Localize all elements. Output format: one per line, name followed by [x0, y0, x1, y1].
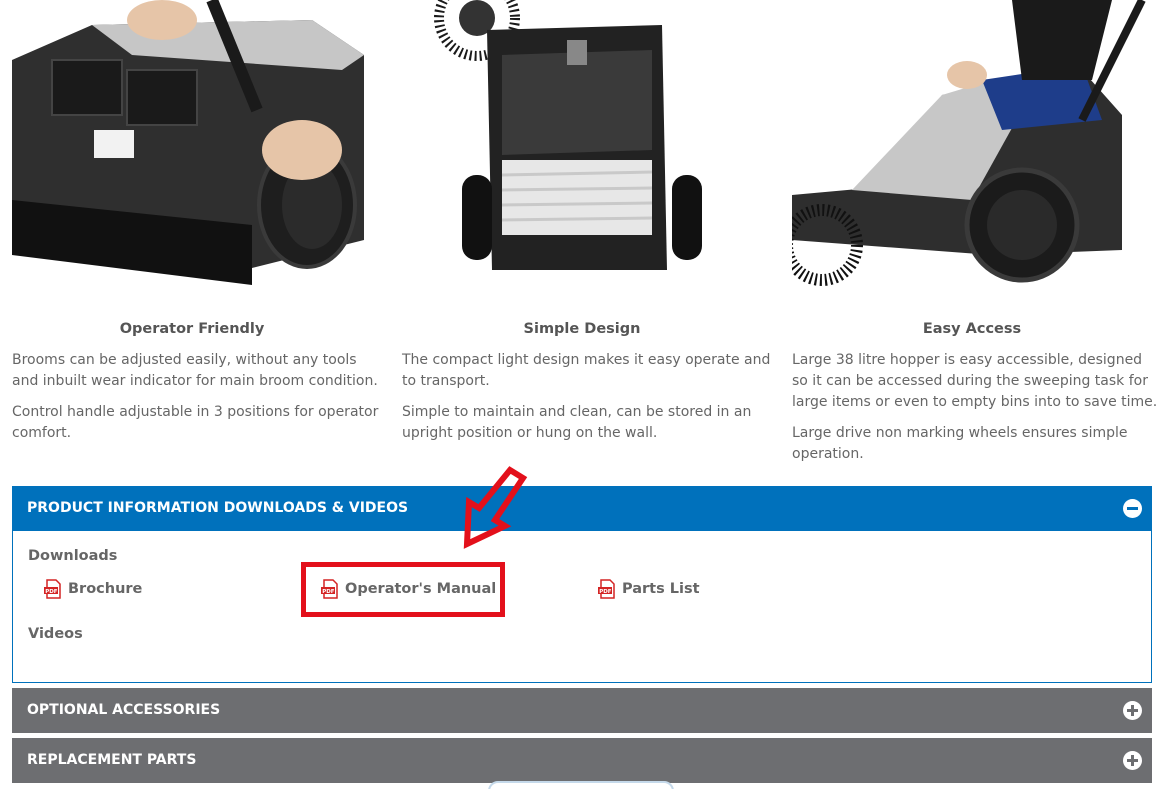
feature-paragraph: Simple to maintain and clean, can be sto…	[402, 404, 752, 441]
feature-description: Brooms can be adjusted easily, without a…	[12, 350, 382, 454]
pdf-icon: PDF	[44, 579, 61, 599]
pdf-icon: PDF	[598, 579, 615, 599]
parts-list-label: Parts List	[622, 581, 700, 597]
downloads-panel-body: Downloads PDF Brochure PDF Operator's Ma…	[12, 531, 1152, 683]
feature-title: Operator Friendly	[119, 321, 265, 337]
panel-title: OPTIONAL ACCESSORIES	[27, 702, 221, 718]
parts-list-link[interactable]: PDF Parts List	[598, 579, 700, 599]
plus-circle-icon[interactable]	[1123, 701, 1142, 720]
replacement-parts-panel-header[interactable]: REPLACEMENT PARTS	[12, 738, 1152, 783]
videos-heading: Videos	[28, 626, 83, 642]
highlight-box	[301, 562, 505, 617]
panel-title: REPLACEMENT PARTS	[27, 752, 197, 768]
feature-paragraph: The compact light design makes it easy o…	[402, 352, 771, 389]
panel-title: PRODUCT INFORMATION DOWNLOADS & VIDEOS	[27, 500, 409, 516]
feature-paragraph: Control handle adjustable in 3 positions…	[12, 404, 379, 441]
downloads-heading: Downloads	[28, 548, 118, 564]
svg-text:PDF: PDF	[599, 589, 612, 595]
feature-title: Easy Access	[922, 321, 1022, 337]
plus-circle-icon[interactable]	[1123, 751, 1142, 770]
downloads-panel-header[interactable]: PRODUCT INFORMATION DOWNLOADS & VIDEOS	[12, 486, 1152, 531]
feature-paragraph: Large drive non marking wheels ensures s…	[792, 425, 1128, 462]
sweeper-side-photo	[12, 0, 382, 300]
brochure-label: Brochure	[68, 581, 143, 597]
feature-paragraph: Large 38 litre hopper is easy accessible…	[792, 352, 1158, 410]
feature-description: Large 38 litre hopper is easy accessible…	[792, 350, 1162, 475]
minus-circle-icon[interactable]	[1123, 499, 1142, 518]
feature-title: Simple Design	[523, 321, 641, 337]
feature-paragraph: Brooms can be adjusted easily, without a…	[12, 352, 378, 389]
feature-description: The compact light design makes it easy o…	[402, 350, 772, 454]
sweeper-rear-photo	[402, 0, 772, 300]
feature-section: Operator Friendly Brooms can be adjusted…	[0, 0, 1164, 480]
sweeper-hopper-photo	[792, 0, 1162, 300]
svg-text:PDF: PDF	[45, 589, 58, 595]
arrow-down-left-icon	[463, 466, 528, 549]
brochure-link[interactable]: PDF Brochure	[44, 579, 142, 599]
accessories-panel-header[interactable]: OPTIONAL ACCESSORIES	[12, 688, 1152, 733]
bottom-tab-edge[interactable]	[488, 781, 674, 789]
